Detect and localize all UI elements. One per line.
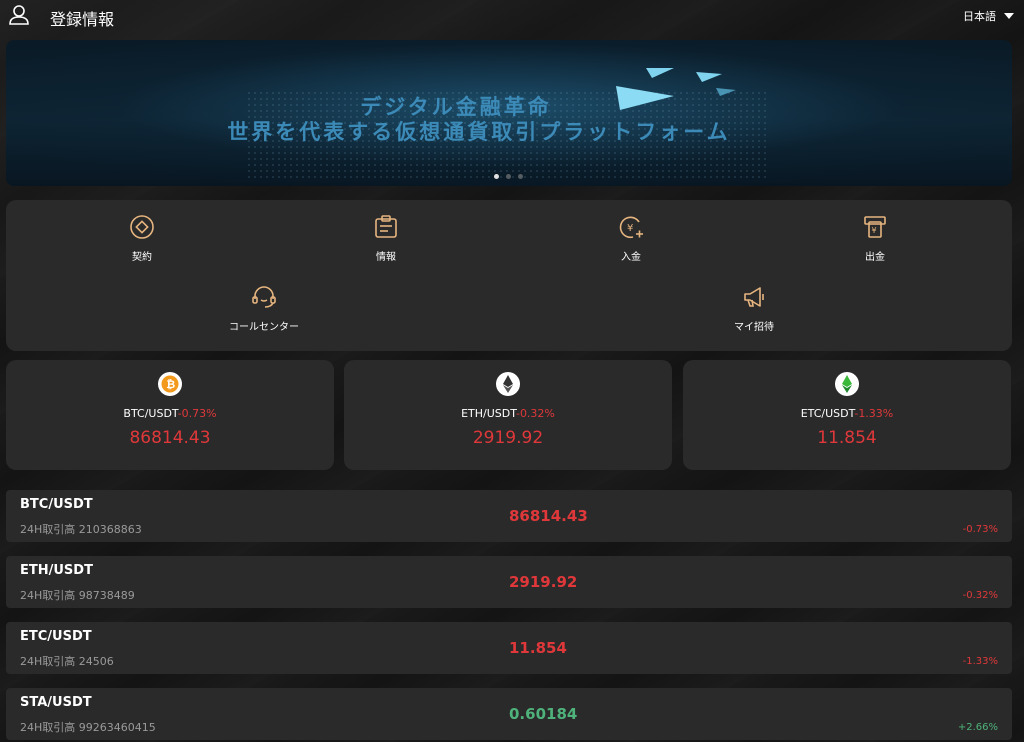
invite-button[interactable]: マイ招待 xyxy=(720,284,788,333)
contract-button[interactable]: 契約 xyxy=(108,214,176,263)
deposit-yen-icon: ¥ xyxy=(619,216,643,239)
market-pair: BTC/USDT xyxy=(20,497,93,512)
info-button[interactable]: 情報 xyxy=(352,214,420,263)
withdraw-label: 出金 xyxy=(865,252,885,263)
svg-text:¥: ¥ xyxy=(872,226,877,235)
ticker-pair: ETC/USDT xyxy=(800,407,855,420)
svg-text:¥: ¥ xyxy=(627,223,633,234)
language-label: 日本語 xyxy=(963,10,996,23)
caret-down-icon xyxy=(1004,13,1014,19)
market-volume: 24H取引高 24506 xyxy=(20,655,114,668)
market-price: 2919.92 xyxy=(509,573,578,591)
market-volume: 24H取引高 98738489 xyxy=(20,589,135,602)
deposit-button[interactable]: ¥ 入金 xyxy=(597,214,665,263)
ticker-card-etc[interactable]: ETC/USDT-1.33% 11.854 xyxy=(683,360,1011,470)
ticker-price: 2919.92 xyxy=(472,428,544,448)
call-center-button[interactable]: コールセンター xyxy=(214,284,314,333)
ticker-change: -1.33% xyxy=(854,407,894,420)
market-row-sta[interactable]: STA/USDT 24H取引高 99263460415 0.60184 +2.6… xyxy=(6,688,1012,740)
language-selector[interactable]: 日本語 xyxy=(963,8,1014,24)
market-pair: ETH/USDT xyxy=(20,563,93,578)
market-change: +2.66% xyxy=(957,722,998,733)
market-volume: 24H取引高 99263460415 xyxy=(20,721,156,734)
headset-icon xyxy=(252,286,276,308)
banner-subheadline: 世界を代表する仮想通貨取引プラットフォーム xyxy=(227,120,731,144)
market-pair: ETC/USDT xyxy=(20,629,92,644)
contract-label: 契約 xyxy=(132,252,152,263)
ticker-change: -0.32% xyxy=(515,407,555,420)
ticker-cards: ₿ BTC/USDT-0.73% 86814.43 ETH/USDT-0.32%… xyxy=(6,360,1012,470)
market-row-eth[interactable]: ETH/USDT 24H取引高 98738489 2919.92 -0.32% xyxy=(6,556,1012,608)
info-label: 情報 xyxy=(376,252,396,263)
clipboard-icon xyxy=(375,215,397,238)
promo-banner[interactable]: デジタル金融革命 世界を代表する仮想通貨取引プラットフォーム xyxy=(6,40,1012,186)
call-center-label: コールセンター xyxy=(229,322,299,333)
ticker-price: 86814.43 xyxy=(129,428,211,448)
deposit-label: 入金 xyxy=(621,252,641,263)
page-title: 登録情報 xyxy=(50,10,115,29)
withdraw-button[interactable]: ¥ 出金 xyxy=(841,214,909,263)
market-price: 11.854 xyxy=(509,639,567,657)
ticker-card-btc[interactable]: ₿ BTC/USDT-0.73% 86814.43 xyxy=(6,360,334,470)
carousel-dot[interactable] xyxy=(494,174,499,179)
market-volume: 24H取引高 210368863 xyxy=(20,523,142,536)
svg-text:₿: ₿ xyxy=(166,378,175,391)
ticker-pair: BTC/USDT xyxy=(123,407,178,420)
market-price: 0.60184 xyxy=(509,705,578,723)
megaphone-icon xyxy=(744,287,764,307)
ethereum-icon xyxy=(496,372,520,396)
market-row-btc[interactable]: BTC/USDT 24H取引高 210368863 86814.43 -0.73… xyxy=(6,490,1012,542)
market-row-etc[interactable]: ETC/USDT 24H取引高 24506 11.854 -1.33% xyxy=(6,622,1012,674)
carousel-dot[interactable] xyxy=(518,174,523,179)
ticker-card-eth[interactable]: ETH/USDT-0.32% 2919.92 xyxy=(344,360,672,470)
carousel-pager xyxy=(494,174,523,179)
atm-withdraw-icon: ¥ xyxy=(864,216,886,238)
ethereum-classic-icon xyxy=(835,372,859,396)
invite-label: マイ招待 xyxy=(734,322,774,333)
market-change: -1.33% xyxy=(962,656,998,667)
contract-icon xyxy=(130,215,154,239)
market-change: -0.32% xyxy=(962,590,998,601)
market-pair: STA/USDT xyxy=(20,695,92,710)
ticker-change: -0.73% xyxy=(177,407,217,420)
carousel-dot[interactable] xyxy=(506,174,511,179)
quick-menu: 契約 情報 ¥ 入金 ¥ 出金 コールセンター マイ招待 xyxy=(6,200,1012,351)
market-price: 86814.43 xyxy=(509,507,588,525)
user-icon[interactable] xyxy=(8,4,30,26)
ticker-pair: ETH/USDT xyxy=(461,407,516,420)
top-header: 登録情報 日本語 xyxy=(0,0,1024,34)
ticker-price: 11.854 xyxy=(817,428,877,448)
market-change: -0.73% xyxy=(962,524,998,535)
bitcoin-icon: ₿ xyxy=(158,372,182,396)
